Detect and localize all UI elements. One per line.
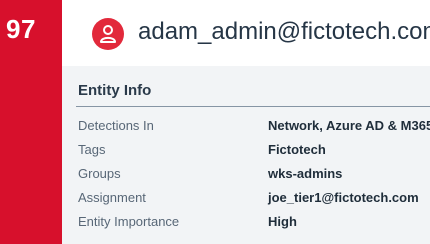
info-row-entity-importance: Entity Importance High bbox=[78, 210, 430, 234]
info-value: Fictotech bbox=[268, 142, 326, 157]
info-value: wks-admins bbox=[268, 166, 343, 181]
info-row-detections-in: Detections In Network, Azure AD & M365 bbox=[78, 114, 430, 138]
info-label: Detections In bbox=[78, 118, 154, 133]
info-value: joe_tier1@fictotech.com bbox=[268, 190, 419, 205]
threat-score: 97 bbox=[6, 14, 36, 44]
info-label: Assignment bbox=[78, 190, 146, 205]
entity-header: adam_admin@fictotech.com bbox=[62, 0, 430, 66]
entity-info-list: Detections In Network, Azure AD & M365 T… bbox=[78, 114, 430, 234]
threat-score-strip: 97 bbox=[0, 0, 62, 244]
panel-title: Entity Info bbox=[78, 82, 152, 99]
info-value: Network, Azure AD & M365 bbox=[268, 118, 430, 133]
info-label: Tags bbox=[78, 142, 106, 157]
panel-divider bbox=[76, 106, 430, 107]
info-row-assignment: Assignment joe_tier1@fictotech.com bbox=[78, 186, 430, 210]
user-icon-glyph bbox=[100, 25, 116, 43]
entity-name: adam_admin@fictotech.com bbox=[138, 18, 430, 45]
info-row-groups: Groups wks-admins bbox=[78, 162, 430, 186]
entity-info-panel: Entity Info Detections In Network, Azure… bbox=[62, 66, 430, 244]
info-value: High bbox=[268, 214, 297, 229]
info-row-tags: Tags Fictotech bbox=[78, 138, 430, 162]
user-icon bbox=[92, 18, 124, 50]
info-label: Entity Importance bbox=[78, 214, 180, 229]
info-label: Groups bbox=[78, 166, 121, 181]
